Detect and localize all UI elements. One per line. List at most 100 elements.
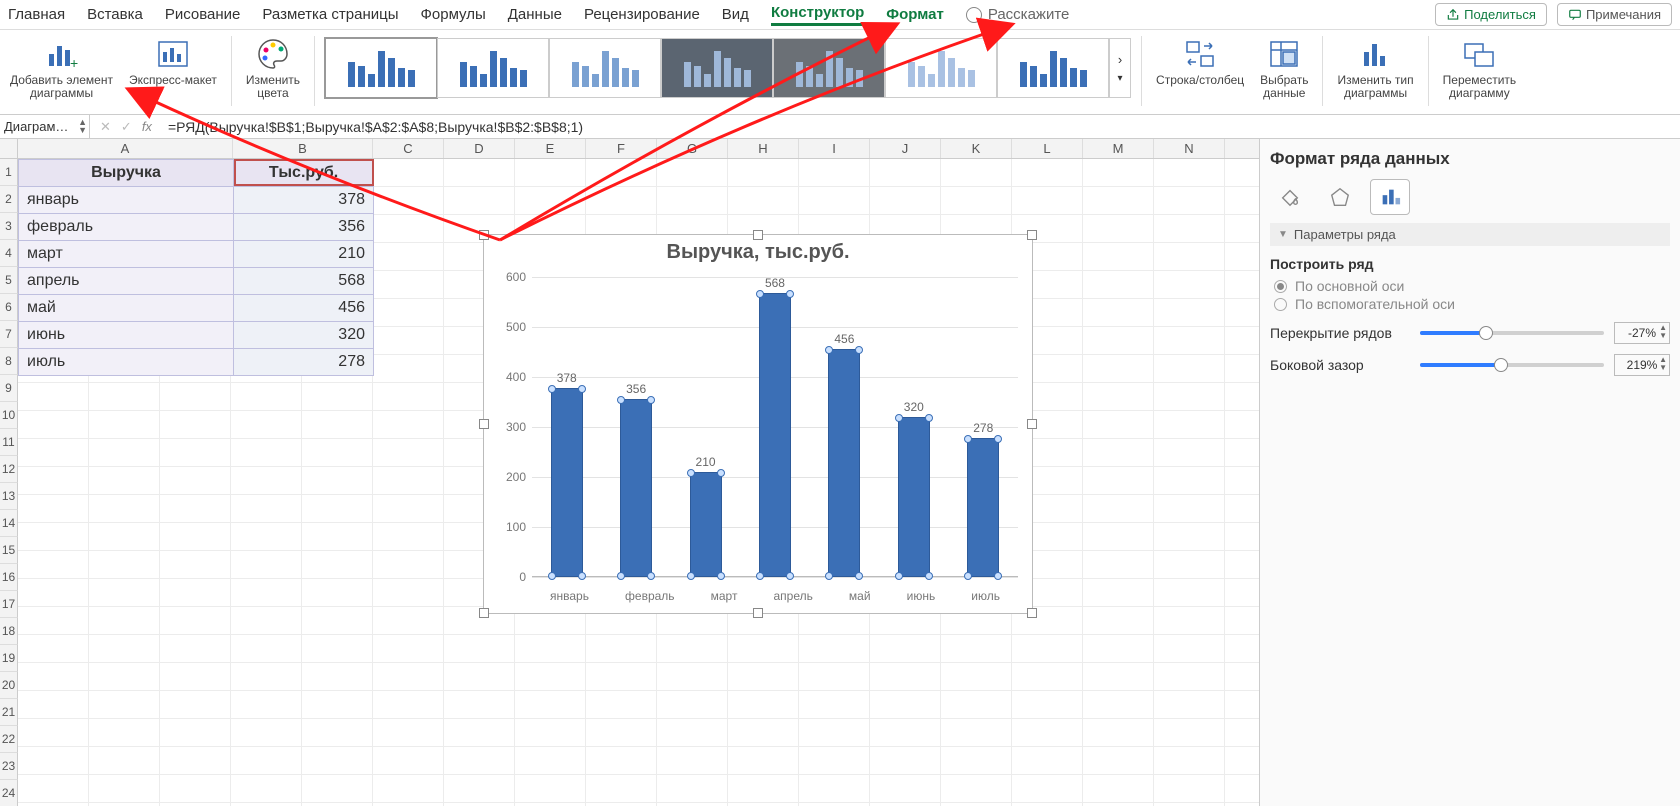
tab-data[interactable]: Данные (508, 6, 562, 23)
bar[interactable]: 320 (890, 417, 938, 577)
pane-tab-series-options[interactable] (1370, 179, 1410, 215)
select-all-corner[interactable] (0, 139, 18, 159)
gap-slider[interactable] (1420, 363, 1604, 367)
resize-handle[interactable] (1027, 230, 1037, 240)
row-header[interactable]: 15 (0, 537, 18, 564)
embedded-chart[interactable]: Выручка, тыс.руб. 0100200300400500600378… (483, 234, 1033, 614)
row-header[interactable]: 3 (0, 213, 18, 240)
row-header[interactable]: 8 (0, 348, 18, 375)
comments-button[interactable]: Примечания (1557, 3, 1672, 26)
tab-draw[interactable]: Рисование (165, 6, 241, 23)
bar[interactable]: 356 (612, 399, 660, 577)
cells-area[interactable]: Выручка Тыс.руб. январь378 февраль356 ма… (18, 159, 1259, 806)
column-header[interactable]: B (233, 139, 373, 158)
resize-handle[interactable] (753, 230, 763, 240)
tab-review[interactable]: Рецензирование (584, 6, 700, 23)
pane-tab-effects[interactable] (1320, 179, 1360, 215)
column-header[interactable]: K (941, 139, 1012, 158)
add-chart-element-button[interactable]: + Добавить элемент диаграммы (6, 34, 117, 114)
row-header[interactable]: 24 (0, 780, 18, 806)
chart-style-5[interactable] (773, 38, 885, 98)
bar[interactable]: 456 (820, 349, 868, 577)
resize-handle[interactable] (1027, 419, 1037, 429)
cell[interactable]: 278 (234, 349, 374, 376)
gap-value[interactable]: 219%▲▼ (1614, 354, 1670, 376)
change-colors-button[interactable]: Изменить цвета (242, 34, 304, 114)
bar[interactable]: 210 (682, 472, 730, 577)
resize-handle[interactable] (753, 608, 763, 618)
row-header[interactable]: 23 (0, 753, 18, 780)
tab-page-layout[interactable]: Разметка страницы (262, 6, 398, 23)
row-header[interactable]: 16 (0, 564, 18, 591)
tab-chart-design[interactable]: Конструктор (771, 4, 864, 26)
cell[interactable]: 378 (234, 187, 374, 214)
fx-icon[interactable]: fx (142, 119, 152, 134)
tell-me-search[interactable]: Расскажите (966, 6, 1070, 23)
column-header[interactable]: A (18, 139, 233, 158)
bar[interactable]: 278 (959, 438, 1007, 577)
row-header[interactable]: 20 (0, 672, 18, 699)
move-chart-button[interactable]: Переместить диаграмму (1439, 34, 1521, 114)
row-header[interactable]: 5 (0, 267, 18, 294)
share-button[interactable]: Поделиться (1435, 3, 1547, 26)
plot-area[interactable]: 0100200300400500600378356210568456320278 (532, 277, 1018, 577)
formula-input[interactable]: =РЯД(Выручка!$B$1;Выручка!$A$2:$A$8;Выру… (162, 119, 1680, 135)
column-header[interactable]: H (728, 139, 799, 158)
column-header[interactable]: N (1154, 139, 1225, 158)
bar[interactable]: 568 (751, 293, 799, 577)
cell[interactable]: 456 (234, 295, 374, 322)
header-cell-a1[interactable]: Выручка (19, 160, 234, 187)
namebox-stepper[interactable]: ▲▼ (78, 118, 87, 134)
column-header[interactable]: C (373, 139, 444, 158)
tab-view[interactable]: Вид (722, 6, 749, 23)
change-chart-type-button[interactable]: Изменить тип диаграммы (1333, 34, 1417, 114)
switch-row-column-button[interactable]: Строка/столбец (1152, 34, 1248, 114)
resize-handle[interactable] (479, 230, 489, 240)
resize-handle[interactable] (479, 608, 489, 618)
overlap-slider[interactable] (1420, 331, 1604, 335)
pane-tab-fill[interactable] (1270, 179, 1310, 215)
column-header[interactable]: F (586, 139, 657, 158)
row-header[interactable]: 21 (0, 699, 18, 726)
bar[interactable]: 378 (543, 388, 591, 577)
tab-insert[interactable]: Вставка (87, 6, 143, 23)
row-header[interactable]: 14 (0, 510, 18, 537)
gallery-more-button[interactable]: › ▾ (1109, 38, 1131, 98)
row-header[interactable]: 2 (0, 186, 18, 213)
resize-handle[interactable] (1027, 608, 1037, 618)
chart-style-6[interactable] (885, 38, 997, 98)
cell[interactable]: июль (19, 349, 234, 376)
chart-style-4[interactable] (661, 38, 773, 98)
row-header[interactable]: 7 (0, 321, 18, 348)
cell[interactable]: 356 (234, 214, 374, 241)
cell[interactable]: апрель (19, 268, 234, 295)
tab-format[interactable]: Формат (886, 6, 944, 23)
tab-home[interactable]: Главная (8, 6, 65, 23)
cell[interactable]: 568 (234, 268, 374, 295)
chart-style-3[interactable] (549, 38, 661, 98)
resize-handle[interactable] (479, 419, 489, 429)
worksheet[interactable]: ABCDEFGHIJKLMN 1234567891011121314151617… (0, 139, 1260, 806)
row-header[interactable]: 1 (0, 159, 18, 186)
row-header[interactable]: 9 (0, 375, 18, 402)
series-options-section[interactable]: Параметры ряда (1270, 223, 1670, 246)
row-header[interactable]: 13 (0, 483, 18, 510)
select-data-button[interactable]: Выбрать данные (1256, 34, 1312, 114)
column-header[interactable]: J (870, 139, 941, 158)
cell[interactable]: январь (19, 187, 234, 214)
cell[interactable]: 210 (234, 241, 374, 268)
chart-style-1[interactable] (325, 38, 437, 98)
radio-secondary-axis[interactable]: По вспомогательной оси (1274, 296, 1670, 312)
column-header[interactable]: I (799, 139, 870, 158)
header-cell-b1[interactable]: Тыс.руб. (234, 160, 374, 187)
row-header[interactable]: 18 (0, 618, 18, 645)
cell[interactable]: март (19, 241, 234, 268)
row-header[interactable]: 19 (0, 645, 18, 672)
column-header[interactable]: L (1012, 139, 1083, 158)
chart-style-7[interactable] (997, 38, 1109, 98)
column-header[interactable]: G (657, 139, 728, 158)
cell[interactable]: февраль (19, 214, 234, 241)
radio-primary-axis[interactable]: По основной оси (1274, 278, 1670, 294)
row-header[interactable]: 17 (0, 591, 18, 618)
cell[interactable]: май (19, 295, 234, 322)
